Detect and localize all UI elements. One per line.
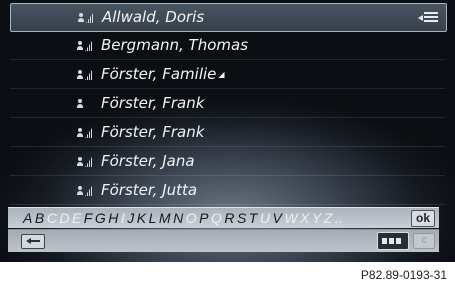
letter-key[interactable]: G — [94, 210, 107, 226]
letter-key[interactable]: K — [136, 210, 148, 226]
contact-row[interactable]: Förster, Frank — [10, 119, 445, 147]
clear-button[interactable]: c — [413, 233, 435, 249]
contact-person-icon — [77, 99, 92, 109]
options-menu-icon[interactable] — [418, 11, 438, 23]
letter-keyboard-bar: A B C D E F G H I J K L M N O P Q R S T U V W X Y Z.. ok — [8, 207, 439, 228]
contact-list: Allwald, Doris Bergmann, Thomas Förster, F… — [0, 0, 455, 206]
figure-reference: P82.89-0193-31 — [360, 268, 447, 282]
letter-key: D — [59, 210, 70, 226]
letter-key: W — [284, 210, 299, 226]
letter-key: U — [259, 210, 271, 226]
letter-key[interactable]: A — [22, 210, 34, 226]
letter-key[interactable]: N — [172, 210, 185, 226]
letter-key[interactable]: L — [148, 210, 158, 226]
contact-name: Allwald, Doris — [102, 8, 205, 26]
contact-name: Bergmann, Thomas — [101, 36, 249, 54]
contact-phonebook-icon — [78, 13, 93, 23]
contact-phonebook-icon — [77, 186, 92, 196]
contact-name: Förster, Frank — [101, 94, 205, 112]
letter-key[interactable]: S — [236, 210, 248, 226]
more-entries-icon: ◢ — [218, 69, 225, 79]
letter-key: X — [300, 210, 310, 226]
letter-key: Z — [323, 210, 333, 226]
contact-phonebook-icon — [77, 157, 92, 167]
contact-name: Förster, Jana — [101, 152, 195, 170]
keyboard-mode-button[interactable] — [377, 232, 409, 250]
letter-key: Q — [210, 210, 223, 226]
letter-key: O — [185, 210, 198, 226]
contact-row[interactable]: Förster, Jana — [10, 148, 445, 176]
letter-key[interactable]: J — [126, 210, 136, 226]
contact-phonebook-icon — [77, 128, 92, 138]
contact-name: Förster, Frank — [101, 123, 205, 141]
letter-key[interactable]: T — [248, 210, 259, 226]
contact-row[interactable]: Bergmann, Thomas — [10, 32, 445, 60]
letter-key[interactable]: V — [271, 210, 283, 226]
keyboard-function-bar: c — [8, 229, 439, 252]
keyboard-keys-icon — [382, 238, 387, 244]
contact-row[interactable]: Förster, Frank — [10, 90, 445, 118]
contact-row[interactable]: Allwald, Doris — [10, 3, 447, 32]
letter-key: C — [46, 210, 58, 226]
back-button[interactable] — [21, 234, 45, 249]
letter-keys: A B C D E F G H I J K L M N O P Q R S T U V W X Y Z.. — [22, 209, 345, 227]
contact-row[interactable]: Förster, Familie ◢ — [10, 61, 445, 89]
letter-key: E — [71, 210, 82, 226]
letter-key: Y — [311, 210, 322, 226]
ok-button[interactable]: ok — [411, 210, 435, 227]
letter-key[interactable]: F — [83, 210, 94, 226]
contact-name: Förster, Familie ◢ — [101, 65, 225, 83]
letter-key[interactable]: M — [158, 210, 172, 226]
letter-key[interactable]: P — [198, 210, 210, 226]
letter-key: .. — [334, 210, 344, 226]
comand-display: Allwald, Doris Bergmann, Thomas Förster, F… — [0, 0, 455, 262]
contact-phonebook-icon — [77, 70, 92, 80]
letter-key[interactable]: H — [107, 210, 120, 226]
contact-row[interactable]: Förster, Jutta — [10, 177, 445, 205]
letter-key[interactable]: B — [34, 210, 46, 226]
contact-phonebook-icon — [77, 41, 92, 51]
contact-name: Förster, Jutta — [101, 181, 198, 199]
letter-key[interactable]: R — [223, 210, 236, 226]
